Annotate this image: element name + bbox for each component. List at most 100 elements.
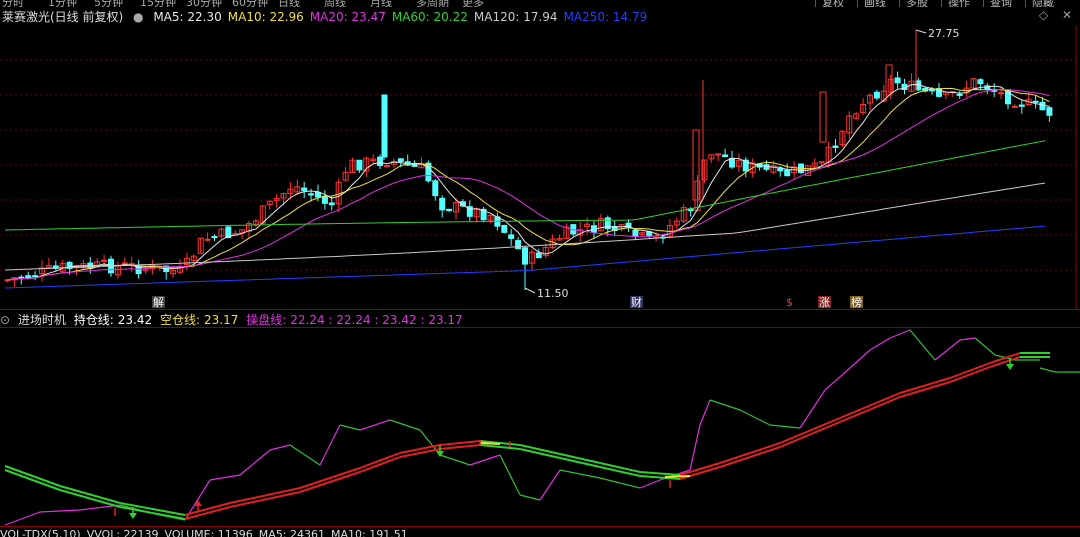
oscillator-segment — [909, 329, 936, 361]
oscillator-segment — [699, 399, 711, 426]
band-lower — [359, 456, 401, 473]
candle — [501, 224, 508, 233]
oscillator-segment — [599, 477, 641, 489]
band-upper — [439, 440, 481, 446]
oscillator-segment — [974, 337, 996, 356]
band-upper — [949, 362, 991, 379]
candle — [377, 156, 384, 167]
band-upper — [299, 467, 361, 489]
candle — [1011, 105, 1018, 108]
event-marker: 榜 — [851, 295, 862, 309]
candle — [894, 77, 901, 84]
candle — [535, 252, 542, 259]
band-lower — [779, 421, 841, 448]
oscillator-segment — [289, 444, 321, 466]
low-pointer — [524, 287, 536, 294]
candle — [508, 234, 515, 239]
candle — [763, 164, 770, 170]
candle — [777, 167, 784, 172]
band-transition — [479, 442, 501, 445]
oscillator-segment — [269, 444, 291, 451]
high-price-label: 27.75 — [928, 27, 960, 40]
candle — [998, 92, 1005, 95]
oscillator-segment — [709, 399, 741, 411]
candle — [873, 91, 880, 99]
oscillator-segment — [1039, 367, 1080, 373]
candle — [819, 91, 827, 143]
event-marker: $ — [786, 296, 793, 309]
candle — [397, 158, 404, 162]
oscillator-segment — [469, 454, 501, 466]
candle — [25, 275, 32, 279]
candle — [1018, 104, 1025, 107]
band-lower — [399, 448, 441, 458]
candle — [832, 145, 839, 148]
oscillator-segment — [739, 409, 771, 426]
candle — [32, 275, 39, 278]
candle — [1046, 107, 1053, 116]
oscillator-segment — [934, 339, 961, 361]
band-lower — [4, 469, 61, 491]
oscillator-segment — [39, 509, 81, 513]
band-upper — [779, 417, 841, 444]
oscillator-segment — [559, 469, 601, 479]
band-upper — [59, 485, 121, 504]
ma5-line — [7, 83, 1050, 281]
event-marker: 财 — [631, 295, 642, 309]
candle — [956, 93, 963, 96]
band-lower — [479, 444, 521, 450]
candle — [204, 238, 211, 241]
band-upper — [399, 444, 441, 454]
oscillator-segment — [359, 419, 391, 431]
oscillator-segment — [869, 337, 891, 351]
band-lower — [719, 446, 781, 468]
band-upper — [4, 465, 61, 487]
oscillator-segment — [639, 479, 661, 489]
candle — [784, 169, 791, 177]
band-transition — [664, 475, 691, 478]
oscillator-segment — [339, 424, 361, 431]
oscillator-segment — [689, 424, 701, 471]
oscillator-segment — [824, 367, 851, 391]
ma10-line — [7, 87, 1050, 281]
event-marker: 解 — [153, 295, 164, 309]
band-lower — [949, 366, 991, 383]
candle — [515, 240, 522, 250]
oscillator-segment — [849, 349, 871, 369]
band-upper — [719, 442, 781, 464]
oscillator-segment — [889, 329, 911, 339]
oscillator-segment — [319, 424, 341, 466]
oscillator-segment — [539, 469, 561, 501]
candle — [722, 154, 729, 158]
band-upper — [639, 471, 681, 476]
band-lower — [229, 491, 301, 508]
candle — [381, 94, 388, 158]
high-pointer — [915, 29, 927, 34]
candle — [1039, 101, 1046, 111]
candle — [432, 180, 439, 197]
candle — [321, 195, 328, 204]
candle — [308, 193, 315, 196]
oscillator-segment — [209, 474, 241, 481]
band-upper — [839, 392, 901, 419]
band-upper — [229, 487, 301, 504]
candle — [356, 159, 363, 171]
band-lower — [59, 489, 121, 508]
oscillator-segment — [439, 454, 471, 466]
oscillator-segment — [239, 449, 271, 476]
candle — [211, 236, 218, 239]
band-lower — [439, 444, 481, 450]
oscillator-segment — [799, 389, 826, 429]
oscillator-segment — [4, 511, 41, 526]
band-lower — [899, 381, 951, 398]
candle — [301, 187, 308, 192]
signal-arrow — [129, 513, 137, 519]
signal-arrow — [1006, 364, 1014, 370]
candle — [632, 229, 639, 238]
ma20-line — [7, 88, 1050, 281]
band-upper — [899, 377, 951, 394]
oscillator-segment — [959, 337, 976, 341]
candle — [1032, 100, 1039, 103]
kline-chart[interactable]: 27.75 11.50 解 财 $ 涨 榜 — [0, 0, 1080, 537]
candle — [315, 191, 321, 198]
